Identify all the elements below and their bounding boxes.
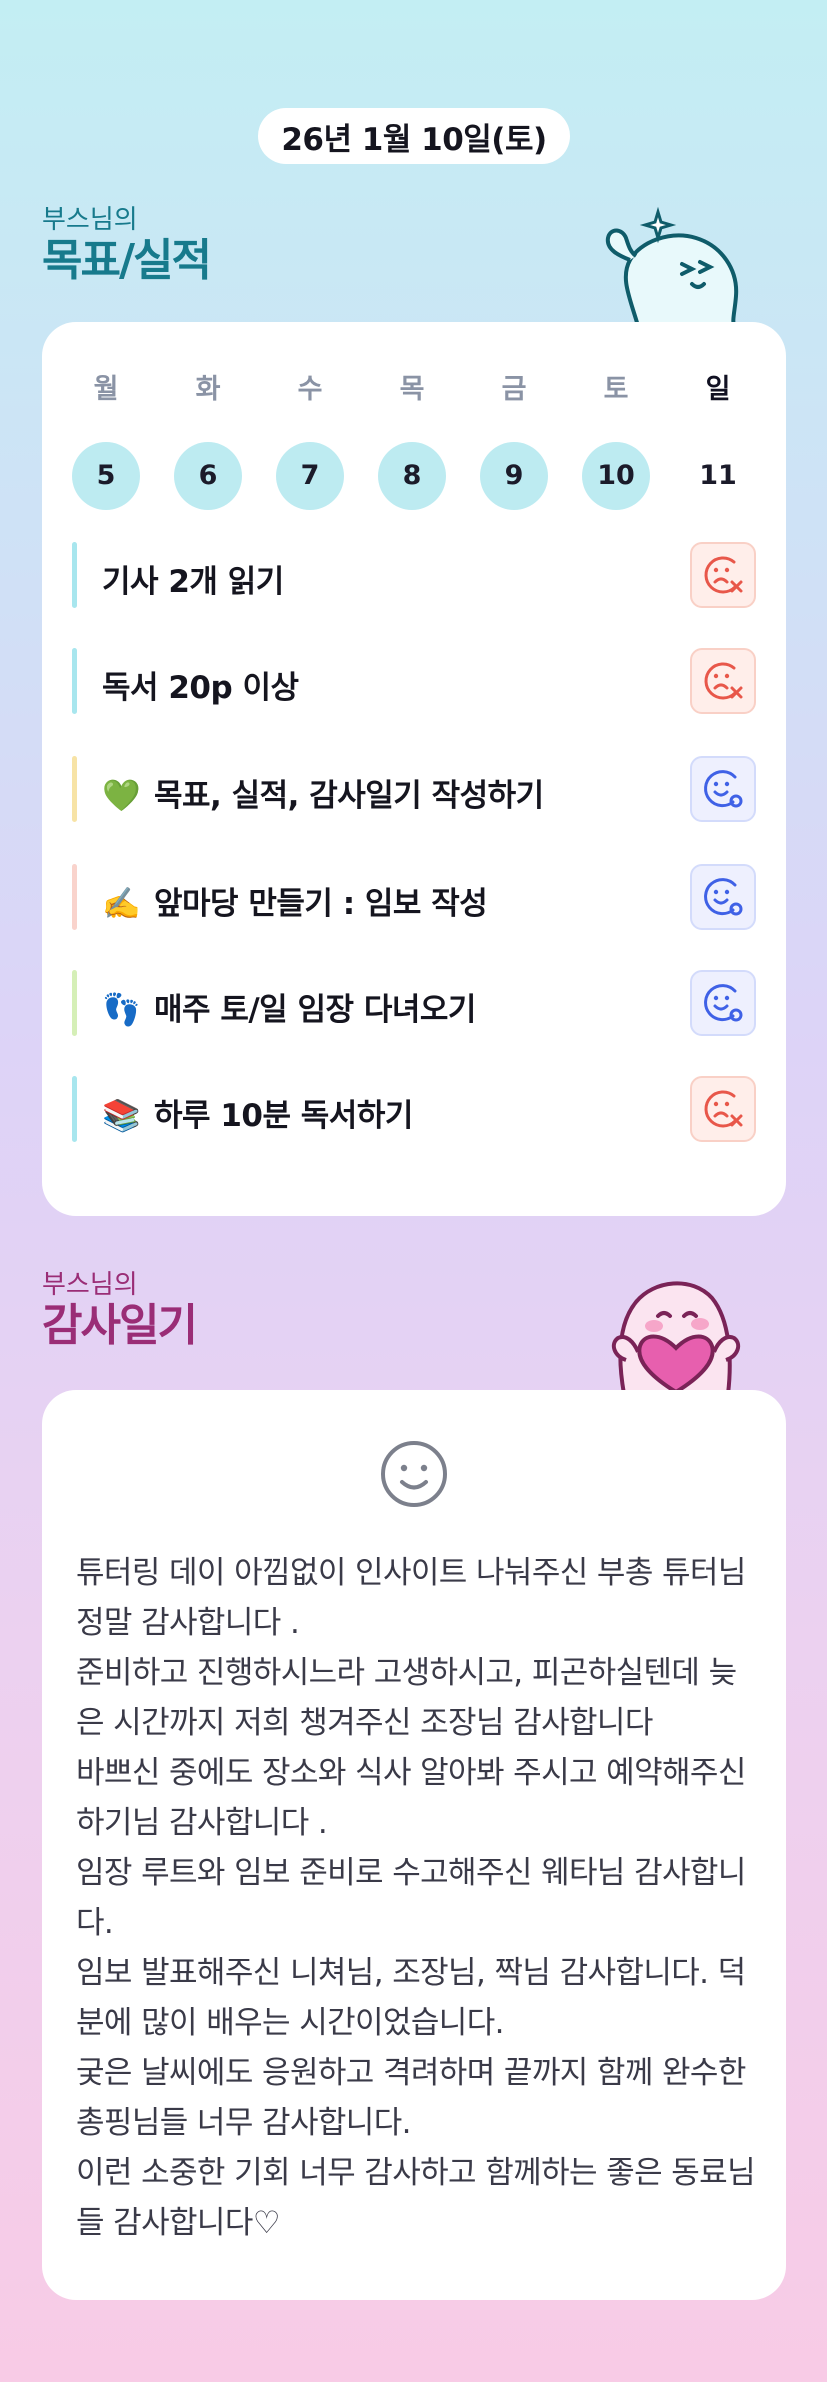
goal-row: 👣 매주 토/일 임장 다녀오기 xyxy=(72,968,756,1040)
day-name: 수 xyxy=(297,374,323,405)
smile-face-check-icon xyxy=(704,984,743,1022)
day-monday: 월 5 xyxy=(72,370,140,510)
goals-section-header: 부스님의 목표/실적 xyxy=(42,205,212,287)
goal-text: 독서 20p 이상 xyxy=(102,670,299,706)
green-heart-icon: 💚 xyxy=(102,778,141,814)
thanks-section-subtitle: 부스님의 xyxy=(42,1270,138,1300)
heart-mascot-illustration xyxy=(611,1281,741,1394)
books-icon: 📚 xyxy=(102,1098,141,1134)
goal-row: 💚 목표, 실적, 감사일기 작성하기 xyxy=(72,754,756,826)
ghost-mascot-illustration xyxy=(605,206,739,328)
day-name: 금 xyxy=(501,374,527,405)
goal-text: 목표, 실적, 감사일기 작성하기 xyxy=(154,778,544,814)
goal-row: ✍️ 앞마당 만들기 : 임보 작성 xyxy=(72,862,756,934)
goals-section-subtitle: 부스님의 xyxy=(42,205,138,235)
goal-accent-bar xyxy=(72,1076,77,1142)
sad-face-x-icon xyxy=(704,662,743,700)
goal-text-wrap: 📚 하루 10분 독서하기 xyxy=(102,1090,413,1135)
goal-text: 앞마당 만들기 : 임보 작성 xyxy=(154,886,488,922)
day-number: 8 xyxy=(378,442,446,510)
goal-accent-bar xyxy=(72,864,77,930)
day-name: 일 xyxy=(705,374,731,405)
day-tuesday: 화 6 xyxy=(174,370,242,510)
date-pill: 26년 1월 10일(토) xyxy=(258,108,570,164)
goal-row: 기사 2개 읽기 xyxy=(72,540,756,612)
goals-section-title: 목표/실적 xyxy=(42,235,212,286)
goal-text-wrap: 👣 매주 토/일 임장 다녀오기 xyxy=(102,984,476,1029)
day-number: 6 xyxy=(174,442,242,510)
day-name: 목 xyxy=(399,374,425,405)
day-number: 5 xyxy=(72,442,140,510)
day-thursday: 목 8 xyxy=(378,370,446,510)
day-friday: 금 9 xyxy=(480,370,548,510)
goal-accent-bar xyxy=(72,970,77,1036)
smile-face-check-icon xyxy=(704,770,743,808)
day-wednesday: 수 7 xyxy=(276,370,344,510)
goal-status-success[interactable] xyxy=(690,756,756,822)
goal-status-success[interactable] xyxy=(690,970,756,1036)
goal-status-fail[interactable] xyxy=(690,542,756,608)
goal-status-success[interactable] xyxy=(690,864,756,930)
day-name: 월 xyxy=(93,374,119,405)
day-number: 7 xyxy=(276,442,344,510)
week-strip: 월 5 화 6 수 7 목 8 금 9 토 10 일 11 xyxy=(72,370,756,510)
goal-status-fail[interactable] xyxy=(690,648,756,714)
goals-card: 월 5 화 6 수 7 목 8 금 9 토 10 일 11 기사 2개 읽기 독… xyxy=(42,322,786,1216)
day-number: 10 xyxy=(582,442,650,510)
smile-face-check-icon xyxy=(704,878,743,916)
goal-row: 📚 하루 10분 독서하기 xyxy=(72,1074,756,1146)
day-name: 화 xyxy=(195,374,221,405)
writing-hand-icon: ✍️ xyxy=(102,886,141,922)
thanks-section-title: 감사일기 xyxy=(42,1300,198,1351)
goal-accent-bar xyxy=(72,756,77,822)
footprints-icon: 👣 xyxy=(102,992,141,1028)
goal-status-fail[interactable] xyxy=(690,1076,756,1142)
thanks-journal-card: 튜터링 데이 아낌없이 인사이트 나눠주신 부총 튜터님 정말 감사합니다 . … xyxy=(42,1390,786,2300)
goal-text-wrap: ✍️ 앞마당 만들기 : 임보 작성 xyxy=(102,878,488,923)
goal-text: 매주 토/일 임장 다녀오기 xyxy=(154,992,476,1028)
sad-face-x-icon xyxy=(704,556,743,594)
day-number: 11 xyxy=(699,460,737,491)
goal-text-wrap: 💚 목표, 실적, 감사일기 작성하기 xyxy=(102,770,544,815)
smile-face-icon xyxy=(381,1441,447,1507)
day-sunday: 일 11 xyxy=(684,370,752,510)
goal-text: 기사 2개 읽기 xyxy=(102,564,284,600)
thanks-section-header: 부스님의 감사일기 xyxy=(42,1270,198,1352)
day-name: 토 xyxy=(603,374,629,405)
thanks-journal-text: 튜터링 데이 아낌없이 인사이트 나눠주신 부총 튜터님 정말 감사합니다 . … xyxy=(76,1555,756,2241)
goal-row: 독서 20p 이상 xyxy=(72,646,756,718)
goal-accent-bar xyxy=(72,542,77,608)
goal-text: 하루 10분 독서하기 xyxy=(154,1098,413,1134)
day-saturday: 토 10 xyxy=(582,370,650,510)
goal-accent-bar xyxy=(72,648,77,714)
day-number: 9 xyxy=(480,442,548,510)
sad-face-x-icon xyxy=(704,1090,743,1128)
